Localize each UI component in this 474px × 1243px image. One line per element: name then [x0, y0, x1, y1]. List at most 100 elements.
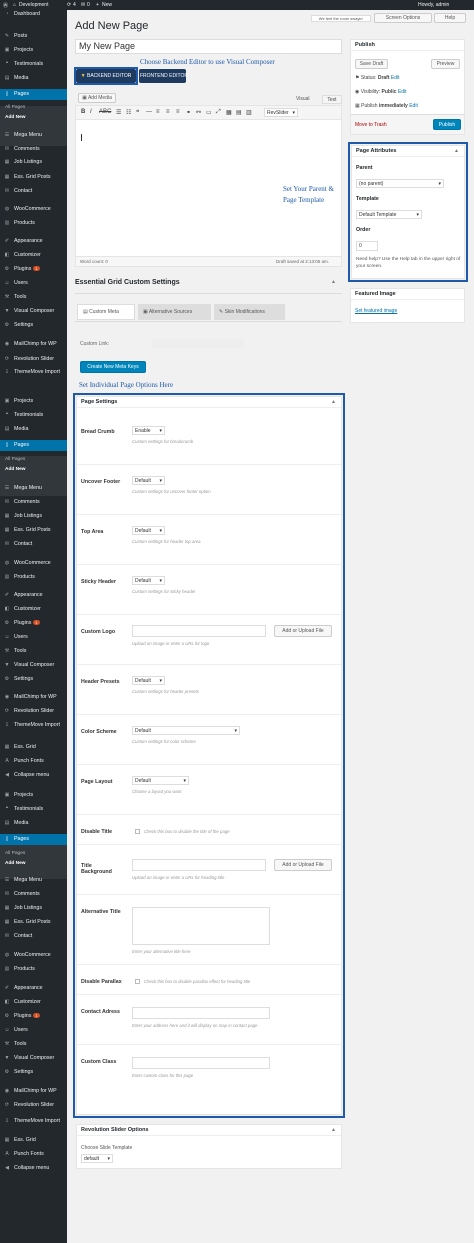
- publish-button[interactable]: Publish: [433, 119, 461, 130]
- sidebar-item-media[interactable]: ▤ Media: [0, 75, 67, 81]
- collapse-arrow-icon[interactable]: ▲: [454, 146, 459, 157]
- sidebar-item-comments[interactable]: ✉ Comments: [0, 499, 67, 505]
- updates-count[interactable]: 4: [73, 2, 76, 8]
- sidebar-item-plugins[interactable]: ⚙ Plugins 1: [0, 620, 67, 626]
- sidebar-item-collapse-menu[interactable]: ◀ Collapse menu: [0, 1165, 67, 1171]
- toolbar-toggle-icon[interactable]: ▦: [226, 109, 232, 116]
- page-settings-header[interactable]: Page Settings: [77, 397, 341, 408]
- sidebar-item-comments[interactable]: ✉ Comments: [0, 146, 67, 152]
- howdy-user[interactable]: Howdy, admin: [418, 2, 449, 8]
- setting-select[interactable]: Enable: [132, 426, 165, 435]
- sidebar-item-ess-grid[interactable]: ▦ Ess. Grid: [0, 1137, 67, 1143]
- new-content-link[interactable]: New: [102, 2, 112, 8]
- sidebar-item-customizer[interactable]: ◧ Customizer: [0, 252, 67, 258]
- setting-checkbox[interactable]: [135, 979, 140, 984]
- sidebar-item-mailchimp-for-wp[interactable]: ◉ MailChimp for WP: [0, 1088, 67, 1094]
- sidebar-item-revolution-slider[interactable]: ⟳ Revolution Slider: [0, 356, 67, 362]
- sidebar-item-ess-grid-posts[interactable]: ▦ Ess. Grid Posts: [0, 527, 67, 533]
- sidebar-item-tools[interactable]: ⚒ Tools: [0, 294, 67, 300]
- strikethrough-icon[interactable]: ABC: [99, 109, 111, 115]
- bullet-list-icon[interactable]: ☰: [116, 109, 121, 116]
- backend-editor-button[interactable]: ▼ BACKEND EDITOR: [76, 69, 136, 83]
- tab-text[interactable]: Text: [322, 95, 342, 104]
- custom-class-input[interactable]: [132, 1057, 270, 1069]
- sidebar-item-all-pages[interactable]: All Pages: [0, 105, 67, 111]
- sidebar-item-ess-grid-posts[interactable]: ▦ Ess. Grid Posts: [0, 174, 67, 180]
- ess-grid-collapse-icon[interactable]: ▲: [331, 279, 336, 285]
- essgrid-icon[interactable]: ▤: [236, 109, 242, 116]
- sidebar-item-thememove-import[interactable]: ⇩ ThemeMove Import: [0, 722, 67, 728]
- sidebar-item-woocommerce[interactable]: ◍ WooCommerce: [0, 952, 67, 958]
- custom-link-input[interactable]: [152, 338, 244, 348]
- sidebar-item-products[interactable]: ▥ Products: [0, 220, 67, 226]
- sidebar-item-plugins[interactable]: ⚙ Plugins 1: [0, 266, 67, 272]
- setting-select[interactable]: Default: [132, 726, 240, 735]
- publish-header[interactable]: Publish: [351, 40, 464, 51]
- setting-select[interactable]: Default: [132, 476, 165, 485]
- setting-select[interactable]: Default: [132, 776, 189, 785]
- number-list-icon[interactable]: ☷: [126, 109, 131, 116]
- new-plus-icon[interactable]: +: [96, 2, 99, 8]
- sidebar-item-users[interactable]: ☺ Users: [0, 280, 67, 286]
- sidebar-item-job-listings[interactable]: ▦ Job Listings: [0, 513, 67, 519]
- sidebar-item-appearance[interactable]: ✐ Appearance: [0, 985, 67, 991]
- featured-image-header[interactable]: Featured Image: [351, 289, 464, 300]
- sidebar-item-products[interactable]: ▥ Products: [0, 574, 67, 580]
- rev-slider-collapse-icon[interactable]: ▲: [331, 1125, 336, 1136]
- status-edit-link[interactable]: Edit: [391, 75, 400, 81]
- horizontal-line-icon[interactable]: ―: [146, 109, 152, 115]
- schedule-edit-link[interactable]: Edit: [409, 103, 418, 109]
- ess-grid-title[interactable]: Essential Grid Custom Settings: [75, 279, 180, 286]
- sidebar-item-settings[interactable]: ⚙ Settings: [0, 676, 67, 682]
- shortcode-icon[interactable]: ▥: [246, 109, 252, 116]
- sidebar-item-pages[interactable]: ▯ Pages: [0, 440, 67, 451]
- page-attributes-header[interactable]: Page Attributes: [352, 146, 464, 157]
- sidebar-item-testimonials[interactable]: ❝ Testimonials: [0, 806, 67, 812]
- sidebar-item-testimonials[interactable]: ❝ Testimonials: [0, 61, 67, 67]
- sidebar-item-products[interactable]: ▥ Products: [0, 966, 67, 972]
- sidebar-item-contact[interactable]: ✉ Contact: [0, 933, 67, 939]
- sidebar-item-customizer[interactable]: ◧ Customizer: [0, 999, 67, 1005]
- revslider-select[interactable]: RevSlider: [264, 108, 298, 117]
- sidebar-item-visual-composer[interactable]: ▼ Visual Composer: [0, 1055, 67, 1061]
- sidebar-item-users[interactable]: ☺ Users: [0, 1027, 67, 1033]
- sidebar-item-settings[interactable]: ⚙ Settings: [0, 1069, 67, 1075]
- sidebar-item-job-listings[interactable]: ▦ Job Listings: [0, 905, 67, 911]
- sidebar-item-visual-composer[interactable]: ▼ Visual Composer: [0, 308, 67, 314]
- unlink-icon[interactable]: ⚯: [196, 109, 201, 116]
- sidebar-item-appearance[interactable]: ✐ Appearance: [0, 238, 67, 244]
- sidebar-item-visual-composer[interactable]: ▼ Visual Composer: [0, 662, 67, 668]
- sidebar-item-thememove-import[interactable]: ⇩ ThemeMove Import: [0, 369, 67, 375]
- sidebar-item-appearance[interactable]: ✐ Appearance: [0, 592, 67, 598]
- contact-address-input[interactable]: [132, 1007, 270, 1019]
- sidebar-item-tools[interactable]: ⚒ Tools: [0, 648, 67, 654]
- setting-checkbox[interactable]: [135, 829, 140, 834]
- sidebar-item-woocommerce[interactable]: ◍ WooCommerce: [0, 206, 67, 212]
- sidebar-item-mega-menu[interactable]: ☰ Mega Menu: [0, 485, 67, 491]
- screen-options-button[interactable]: Screen Options: [374, 13, 432, 23]
- add-upload-file-button[interactable]: Add or Upload File: [274, 625, 332, 637]
- sidebar-item-revolution-slider[interactable]: ⟳ Revolution Slider: [0, 1102, 67, 1108]
- tab-visual[interactable]: Visual: [296, 96, 310, 102]
- page-settings-collapse-icon[interactable]: ▲: [331, 397, 336, 408]
- sidebar-item-woocommerce[interactable]: ◍ WooCommerce: [0, 560, 67, 566]
- add-media-button[interactable]: ▣ Add Media: [78, 93, 116, 103]
- comments-count[interactable]: 0: [87, 2, 90, 8]
- sidebar-item-add-new[interactable]: Add New: [0, 861, 67, 867]
- tab-skin-modifications[interactable]: ✎ Skin Modifications: [214, 304, 285, 320]
- url-input[interactable]: [132, 859, 266, 871]
- post-title-input[interactable]: My New Page: [75, 39, 342, 54]
- add-upload-file-button[interactable]: Add or Upload File: [274, 859, 332, 871]
- order-input[interactable]: 0: [356, 241, 378, 251]
- sidebar-item-dashboard[interactable]: ◔ Dashboard: [0, 11, 67, 17]
- sidebar-item-contact[interactable]: ✉ Contact: [0, 188, 67, 194]
- sidebar-item-all-pages[interactable]: All Pages: [0, 851, 67, 857]
- sidebar-item-mailchimp-for-wp[interactable]: ◉ MailChimp for WP: [0, 694, 67, 700]
- preview-button[interactable]: Preview: [431, 59, 460, 69]
- frontend-editor-button[interactable]: FRONTEND EDITOR: [139, 69, 188, 83]
- sidebar-item-add-new[interactable]: Add New: [0, 115, 67, 121]
- sidebar-item-tools[interactable]: ⚒ Tools: [0, 1041, 67, 1047]
- sidebar-item-punch-fonts[interactable]: A Punch Fonts: [0, 1151, 67, 1157]
- sidebar-item-media[interactable]: ▤ Media: [0, 820, 67, 826]
- visibility-edit-link[interactable]: Edit: [398, 89, 407, 95]
